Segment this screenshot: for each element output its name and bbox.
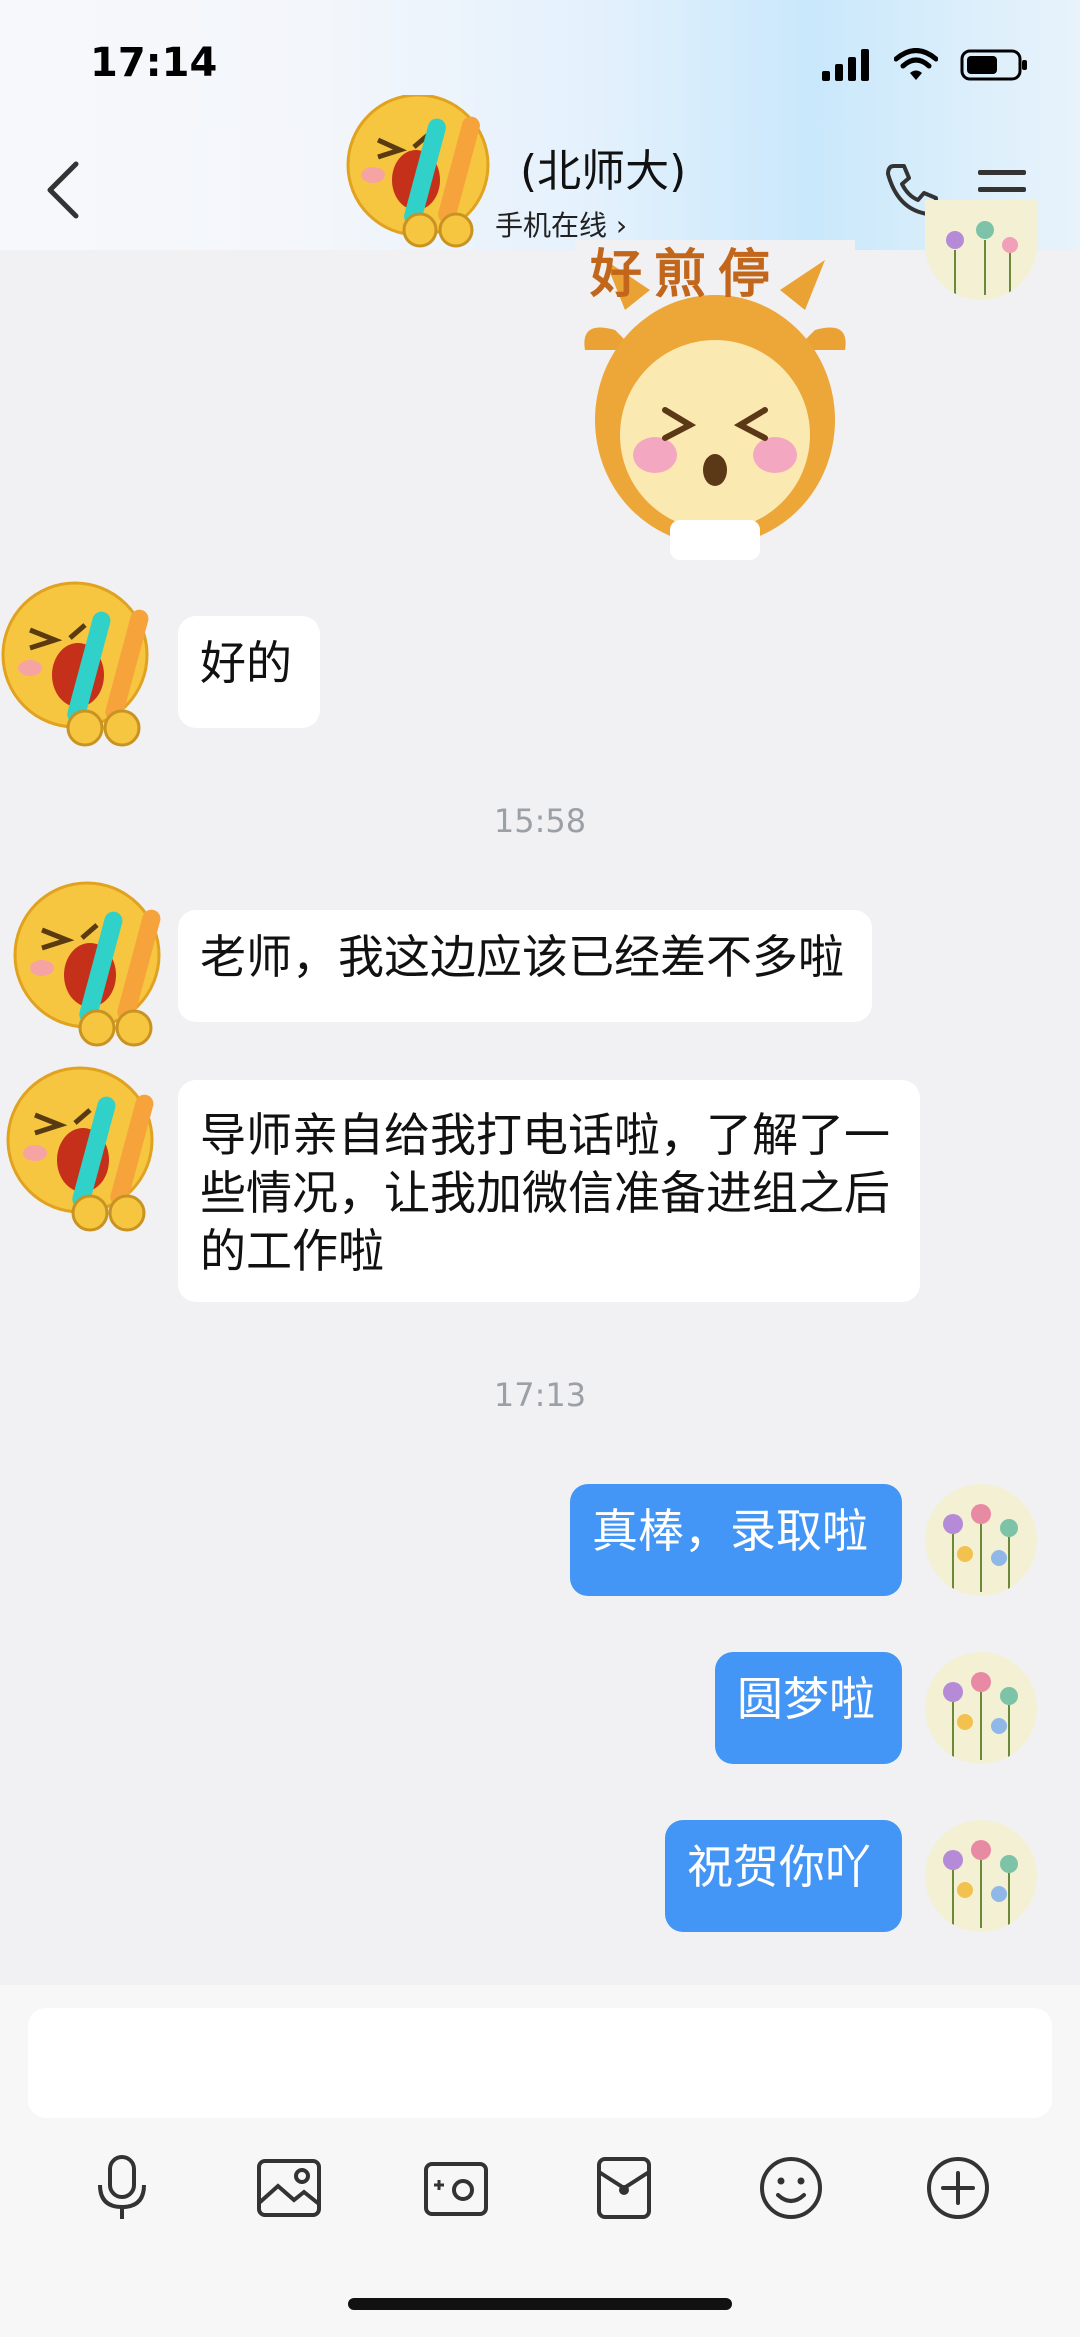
message-line: 导师亲自给我打电话啦，了解了一: [200, 1108, 890, 1162]
my-avatar[interactable]: [925, 1652, 1037, 1764]
message-line: 的工作啦: [200, 1224, 384, 1278]
contact-avatar[interactable]: [5, 1065, 175, 1245]
message-bubble-multiline[interactable]: 导师亲自给我打电话啦，了解了一 些情况，让我加微信准备进组之后 的工作啦: [178, 1080, 920, 1302]
back-arrow-icon[interactable]: [40, 160, 90, 220]
emoji-icon[interactable]: [751, 2148, 831, 2228]
status-icons: [822, 48, 1030, 82]
microphone-icon[interactable]: [82, 2148, 162, 2228]
my-message-bubble[interactable]: 圆梦啦: [715, 1652, 902, 1764]
status-time: 17:14: [90, 40, 218, 86]
my-message-bubble[interactable]: 祝贺你吖: [665, 1820, 902, 1932]
sticker-text: 好煎停: [590, 245, 783, 305]
message-bubble[interactable]: 好的: [178, 616, 320, 728]
contact-avatar[interactable]: [338, 95, 508, 265]
contact-avatar[interactable]: [12, 880, 182, 1060]
timestamp: 15:58: [493, 802, 587, 840]
signal-icon: [822, 49, 869, 81]
composer-toolbar: [0, 2148, 1080, 2228]
my-avatar[interactable]: [925, 1484, 1037, 1596]
chat-header: 17:14 (北师大) 手机在线 ›: [0, 0, 1080, 250]
contact-avatar[interactable]: [0, 580, 170, 760]
message-bubble[interactable]: 老师，我这边应该已经差不多啦: [178, 910, 872, 1022]
chat-title[interactable]: (北师大): [520, 135, 686, 199]
wifi-icon: [894, 48, 938, 80]
my-avatar[interactable]: [925, 1820, 1037, 1932]
message-line: 些情况，让我加微信准备进组之后: [200, 1166, 890, 1220]
battery-icon: [960, 49, 1027, 81]
photo-icon[interactable]: [249, 2148, 329, 2228]
red-packet-icon[interactable]: [584, 2148, 664, 2228]
home-indicator[interactable]: [348, 2298, 732, 2310]
camera-icon[interactable]: [416, 2148, 496, 2228]
my-message-bubble[interactable]: 真棒，录取啦: [570, 1484, 902, 1596]
timestamp: 17:13: [493, 1376, 587, 1414]
message-input[interactable]: [28, 2008, 1052, 2118]
my-avatar[interactable]: [925, 200, 1037, 300]
plus-icon[interactable]: [918, 2148, 998, 2228]
